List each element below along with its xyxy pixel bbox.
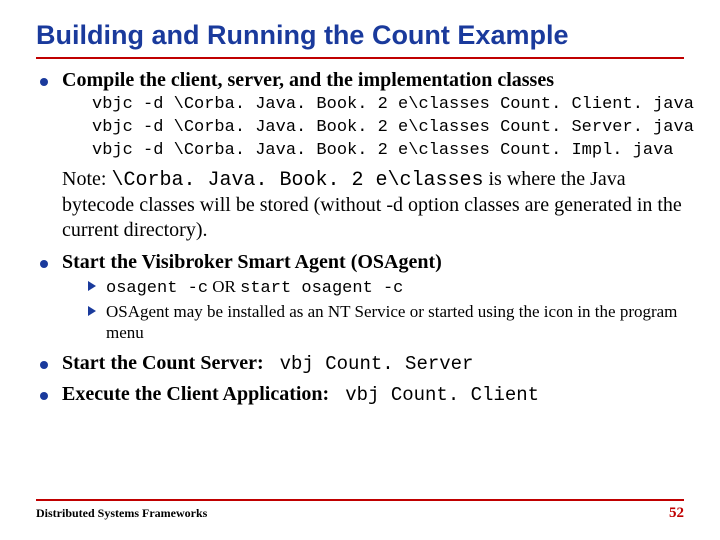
bullet-server-head: Start the Count Server: [62, 352, 264, 374]
footer: Distributed Systems Frameworks 52 [36, 499, 684, 522]
bullet-compile: Compile the client, server, and the impl… [40, 69, 684, 243]
osagent-note: OSAgent may be installed as an NT Servic… [88, 301, 684, 344]
compile-note: Note: \Corba. Java. Book. 2 e\classes is… [62, 167, 684, 243]
osagent-cmd-b: start osagent -c [240, 279, 403, 298]
osagent-or: OR [208, 277, 240, 296]
client-cmd: vbj Count. Client [345, 384, 539, 406]
footer-title: Distributed Systems Frameworks [36, 506, 207, 521]
bullet-list: Compile the client, server, and the impl… [36, 69, 684, 406]
osagent-cmd-a: osagent -c [106, 279, 208, 298]
note-pre: Note: [62, 168, 111, 190]
bullet-client-head: Execute the Client Application: [62, 383, 329, 405]
bullet-compile-head: Compile the client, server, and the impl… [62, 69, 684, 92]
divider-bottom [36, 499, 684, 501]
compile-code: vbjc -d \Corba. Java. Book. 2 e\classes … [92, 94, 684, 163]
server-cmd: vbj Count. Server [280, 353, 474, 375]
bullet-osagent: Start the Visibroker Smart Agent (OSAgen… [40, 251, 684, 344]
bullet-osagent-head: Start the Visibroker Smart Agent (OSAgen… [62, 251, 684, 274]
page-number: 52 [669, 505, 684, 522]
note-path: \Corba. Java. Book. 2 e\classes [111, 169, 483, 192]
divider-top [36, 57, 684, 59]
osagent-sublist: osagent -c OR start osagent -c OSAgent m… [88, 276, 684, 344]
bullet-client: Execute the Client Application: vbj Coun… [40, 383, 684, 406]
slide-title: Building and Running the Count Example [36, 20, 684, 51]
osagent-cmd-line: osagent -c OR start osagent -c [88, 276, 684, 299]
bullet-server: Start the Count Server: vbj Count. Serve… [40, 352, 684, 375]
